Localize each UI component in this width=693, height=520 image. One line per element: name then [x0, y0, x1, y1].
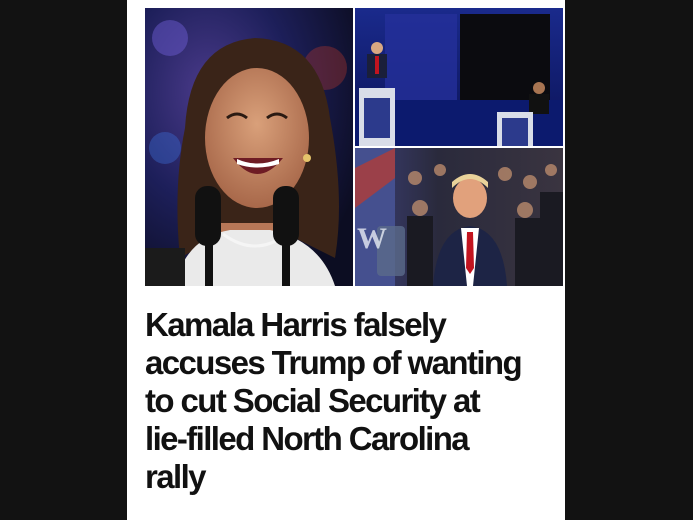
harris-speaking-photo-icon	[145, 8, 353, 286]
photo-collage: W	[145, 8, 563, 286]
page: W Kamala Harris falsely accuses Trump of…	[0, 0, 693, 520]
headline-line: accuses Trump of wanting	[145, 344, 523, 381]
svg-text:W: W	[357, 222, 387, 255]
headline-line: Kamala Harris falsely	[145, 306, 447, 343]
headline-line: lie-filled North Carolina	[145, 420, 470, 457]
article-headline[interactable]: Kamala Harris falsely accuses Trump of w…	[145, 306, 563, 496]
debate-stage-photo-icon	[355, 8, 563, 146]
trump-crowd-photo-icon: W	[355, 148, 563, 286]
article-card[interactable]: W Kamala Harris falsely accuses Trump of…	[127, 0, 565, 520]
headline-line: rally	[145, 458, 206, 495]
headline-line: to cut Social Security at	[145, 382, 481, 419]
